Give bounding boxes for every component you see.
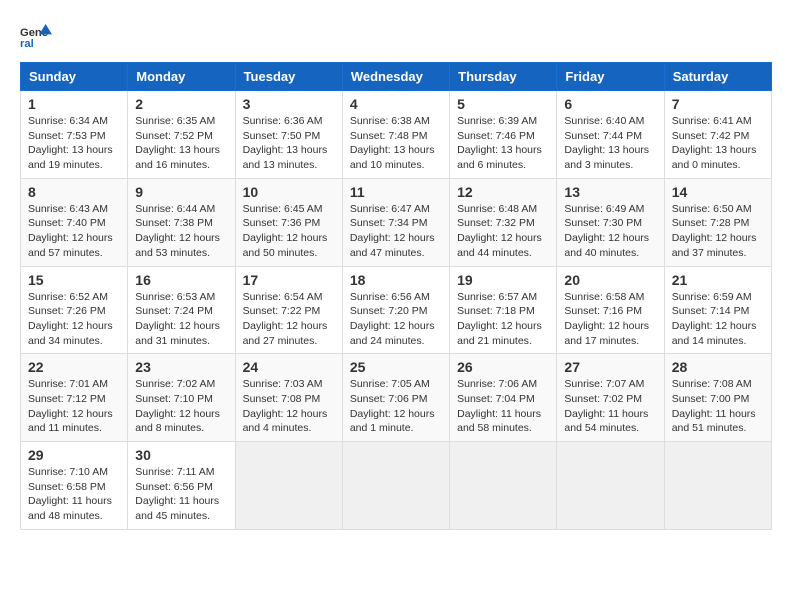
calendar-header-row: SundayMondayTuesdayWednesdayThursdayFrid…: [21, 63, 772, 91]
calendar-table: SundayMondayTuesdayWednesdayThursdayFrid…: [20, 62, 772, 530]
calendar-cell-6: 6Sunrise: 6:40 AMSunset: 7:44 PMDaylight…: [557, 91, 664, 179]
calendar-cell-29: 29Sunrise: 7:10 AMSunset: 6:58 PMDayligh…: [21, 442, 128, 530]
logo-icon: Gene ral: [20, 20, 52, 52]
calendar-cell-15: 15Sunrise: 6:52 AMSunset: 7:26 PMDayligh…: [21, 266, 128, 354]
calendar-week-2: 8Sunrise: 6:43 AMSunset: 7:40 PMDaylight…: [21, 178, 772, 266]
calendar-cell-19: 19Sunrise: 6:57 AMSunset: 7:18 PMDayligh…: [450, 266, 557, 354]
calendar-cell-23: 23Sunrise: 7:02 AMSunset: 7:10 PMDayligh…: [128, 354, 235, 442]
calendar-cell-13: 13Sunrise: 6:49 AMSunset: 7:30 PMDayligh…: [557, 178, 664, 266]
calendar-cell-empty: [557, 442, 664, 530]
calendar-cell-11: 11Sunrise: 6:47 AMSunset: 7:34 PMDayligh…: [342, 178, 449, 266]
header-wednesday: Wednesday: [342, 63, 449, 91]
page-header: Gene ral: [20, 20, 772, 52]
calendar-cell-empty: [664, 442, 771, 530]
calendar-cell-28: 28Sunrise: 7:08 AMSunset: 7:00 PMDayligh…: [664, 354, 771, 442]
logo: Gene ral: [20, 20, 56, 52]
calendar-cell-25: 25Sunrise: 7:05 AMSunset: 7:06 PMDayligh…: [342, 354, 449, 442]
calendar-cell-7: 7Sunrise: 6:41 AMSunset: 7:42 PMDaylight…: [664, 91, 771, 179]
calendar-cell-14: 14Sunrise: 6:50 AMSunset: 7:28 PMDayligh…: [664, 178, 771, 266]
calendar-cell-24: 24Sunrise: 7:03 AMSunset: 7:08 PMDayligh…: [235, 354, 342, 442]
calendar-week-4: 22Sunrise: 7:01 AMSunset: 7:12 PMDayligh…: [21, 354, 772, 442]
calendar-cell-2: 2Sunrise: 6:35 AMSunset: 7:52 PMDaylight…: [128, 91, 235, 179]
calendar-cell-4: 4Sunrise: 6:38 AMSunset: 7:48 PMDaylight…: [342, 91, 449, 179]
calendar-cell-empty: [235, 442, 342, 530]
calendar-cell-26: 26Sunrise: 7:06 AMSunset: 7:04 PMDayligh…: [450, 354, 557, 442]
calendar-cell-8: 8Sunrise: 6:43 AMSunset: 7:40 PMDaylight…: [21, 178, 128, 266]
calendar-cell-30: 30Sunrise: 7:11 AMSunset: 6:56 PMDayligh…: [128, 442, 235, 530]
calendar-cell-1: 1Sunrise: 6:34 AMSunset: 7:53 PMDaylight…: [21, 91, 128, 179]
calendar-cell-21: 21Sunrise: 6:59 AMSunset: 7:14 PMDayligh…: [664, 266, 771, 354]
calendar-week-1: 1Sunrise: 6:34 AMSunset: 7:53 PMDaylight…: [21, 91, 772, 179]
calendar-cell-10: 10Sunrise: 6:45 AMSunset: 7:36 PMDayligh…: [235, 178, 342, 266]
header-monday: Monday: [128, 63, 235, 91]
header-tuesday: Tuesday: [235, 63, 342, 91]
header-sunday: Sunday: [21, 63, 128, 91]
header-friday: Friday: [557, 63, 664, 91]
calendar-cell-16: 16Sunrise: 6:53 AMSunset: 7:24 PMDayligh…: [128, 266, 235, 354]
calendar-cell-20: 20Sunrise: 6:58 AMSunset: 7:16 PMDayligh…: [557, 266, 664, 354]
calendar-cell-22: 22Sunrise: 7:01 AMSunset: 7:12 PMDayligh…: [21, 354, 128, 442]
svg-text:ral: ral: [20, 38, 34, 50]
calendar-cell-5: 5Sunrise: 6:39 AMSunset: 7:46 PMDaylight…: [450, 91, 557, 179]
calendar-cell-18: 18Sunrise: 6:56 AMSunset: 7:20 PMDayligh…: [342, 266, 449, 354]
calendar-cell-3: 3Sunrise: 6:36 AMSunset: 7:50 PMDaylight…: [235, 91, 342, 179]
calendar-cell-9: 9Sunrise: 6:44 AMSunset: 7:38 PMDaylight…: [128, 178, 235, 266]
calendar-cell-empty: [450, 442, 557, 530]
calendar-cell-27: 27Sunrise: 7:07 AMSunset: 7:02 PMDayligh…: [557, 354, 664, 442]
calendar-week-5: 29Sunrise: 7:10 AMSunset: 6:58 PMDayligh…: [21, 442, 772, 530]
calendar-week-3: 15Sunrise: 6:52 AMSunset: 7:26 PMDayligh…: [21, 266, 772, 354]
header-saturday: Saturday: [664, 63, 771, 91]
calendar-cell-17: 17Sunrise: 6:54 AMSunset: 7:22 PMDayligh…: [235, 266, 342, 354]
calendar-cell-empty: [342, 442, 449, 530]
header-thursday: Thursday: [450, 63, 557, 91]
calendar-cell-12: 12Sunrise: 6:48 AMSunset: 7:32 PMDayligh…: [450, 178, 557, 266]
